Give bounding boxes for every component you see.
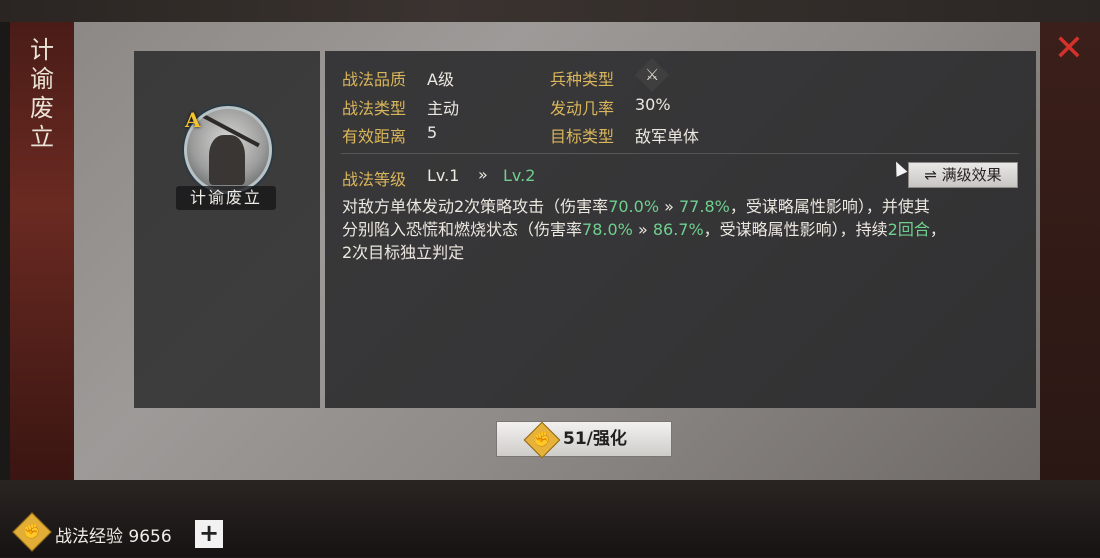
skill-portrait-panel xyxy=(134,51,320,408)
desc-dmg1-next: 77.8% xyxy=(679,197,730,216)
trigger-rate-label: 发动几率 xyxy=(550,99,615,118)
desc-part-2: ，受谋略属性影响），并使其 xyxy=(729,197,930,216)
desc-dmg2-next: 86.7% xyxy=(652,220,704,239)
enhance-button-label: 51/强化 xyxy=(563,429,627,449)
enhance-button[interactable]: ✊ 51/强化 xyxy=(496,421,672,459)
background-right-edge xyxy=(1040,22,1100,480)
max-level-effect-label: 满级效果 xyxy=(941,166,1002,184)
quality-label: 战法品质 xyxy=(342,70,407,89)
desc-dmg1-current: 70.0% xyxy=(608,197,660,216)
skill-exp-text: 战法经验 9656 xyxy=(55,527,172,547)
trigger-rate-value: 30% xyxy=(635,95,671,114)
desc-part-4: ，受谋略属性影响），持续 xyxy=(703,220,888,239)
grade-badge: A xyxy=(185,108,201,132)
troop-type-label: 兵种类型 xyxy=(550,70,615,89)
skill-level-label: 战法等级 xyxy=(342,170,407,189)
target-type-label: 目标类型 xyxy=(550,127,615,146)
skill-level-current: Lv.1 xyxy=(427,166,460,185)
quality-value: A级 xyxy=(427,70,454,89)
desc-part-3: 分别陷入恐慌和燃烧状态（伤害率 xyxy=(342,220,583,239)
desc-arrow-1: » xyxy=(664,197,674,216)
skill-type-value: 主动 xyxy=(427,99,460,118)
close-button[interactable]: ✕ xyxy=(1051,31,1087,67)
desc-part-1: 对敌方单体发动2次策略攻击（伤害率 xyxy=(342,197,609,216)
fist-icon: ✊ xyxy=(523,421,561,459)
skill-side-title: 计谕废立 xyxy=(30,36,54,151)
portrait-figure xyxy=(209,135,245,185)
desc-duration: 2回合 xyxy=(887,220,930,239)
desc-part-5: ， xyxy=(929,220,946,239)
skill-level-next: Lv.2 xyxy=(503,166,536,185)
swap-arrows-icon: ⇌ xyxy=(924,166,937,184)
desc-part-6: 2次目标独立判定 xyxy=(342,243,465,262)
add-exp-button[interactable]: + xyxy=(195,520,223,548)
skill-type-label: 战法类型 xyxy=(342,99,407,118)
max-level-effect-button[interactable]: ⇌ 满级效果 xyxy=(908,162,1018,188)
range-label: 有效距离 xyxy=(342,127,407,146)
info-divider xyxy=(341,153,1019,154)
background-top-bar xyxy=(0,0,1100,22)
range-value: 5 xyxy=(427,123,438,142)
portrait-name-label: 计谕废立 xyxy=(176,186,276,210)
desc-arrow-2: » xyxy=(637,220,648,239)
level-arrow-icon: » xyxy=(478,165,488,184)
target-type-value: 敌军单体 xyxy=(635,127,700,146)
skill-description: 对敌方单体发动2次策略攻击（伤害率70.0% » 77.8%，受谋略属性影响），… xyxy=(342,195,1022,264)
desc-dmg2-current: 78.0% xyxy=(582,220,633,239)
